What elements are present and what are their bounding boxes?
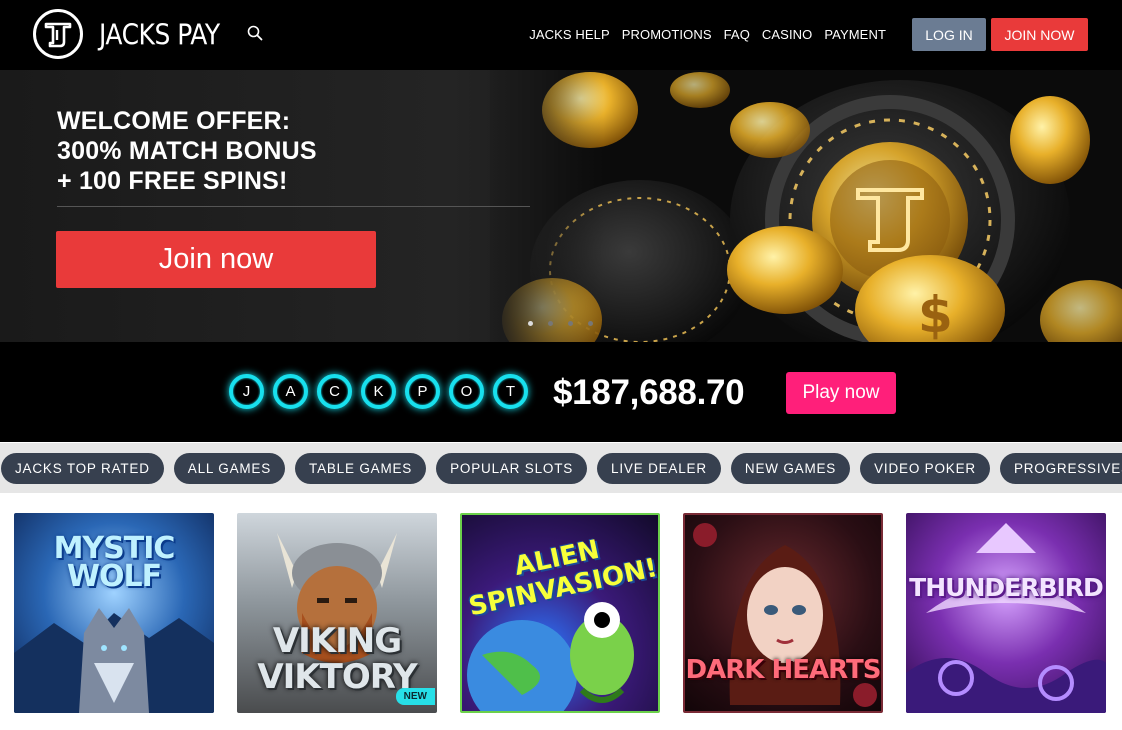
category-new-games[interactable]: NEW GAMES: [730, 453, 851, 484]
nav-casino[interactable]: CASINO: [762, 27, 812, 42]
category-video-poker[interactable]: VIDEO POKER: [860, 453, 990, 484]
jackpot-letter: K: [361, 374, 396, 409]
jackpot-letter: T: [493, 374, 528, 409]
hero-divider: [57, 206, 530, 207]
game-categories: JACKS TOP RATED ALL GAMES TABLE GAMES PO…: [0, 443, 1122, 493]
brand-name: JACKS PAY: [99, 17, 220, 51]
game-title: THUNDERBIRD: [909, 573, 1104, 602]
carousel-dot[interactable]: [528, 321, 533, 326]
jackpot-letter: C: [317, 374, 352, 409]
page: JACKS PAY JACKS HELP PROMOTIONS FAQ CASI…: [0, 0, 1122, 730]
jackpot-play-now-button[interactable]: Play now: [786, 372, 896, 414]
search-icon[interactable]: [247, 25, 265, 43]
carousel-dot[interactable]: [568, 321, 573, 326]
game-tile-mystic-wolf[interactable]: MYSTIC WOLF: [14, 513, 214, 713]
jackpot-letter: J: [229, 374, 264, 409]
main-nav: JACKS HELP PROMOTIONS FAQ CASINO PAYMENT: [529, 27, 886, 42]
hero-banner: $ WELCOME OFFER: 300% MATCH BONUS + 100 …: [0, 70, 1122, 342]
jackpot-letter: P: [405, 374, 440, 409]
new-badge: NEW: [395, 688, 435, 705]
category-progressives[interactable]: PROGRESSIVES: [999, 453, 1122, 484]
category-jacks-top-rated[interactable]: JACKS TOP RATED: [1, 453, 164, 484]
hero-headline-line: + 100 FREE SPINS!: [57, 167, 288, 195]
category-popular-slots[interactable]: POPULAR SLOTS: [436, 453, 588, 484]
nav-faq[interactable]: FAQ: [724, 27, 750, 42]
carousel-dot[interactable]: [548, 321, 553, 326]
brand-logo[interactable]: JACKS PAY: [33, 9, 220, 59]
game-title: DARK HEARTS: [685, 655, 881, 685]
jackpot-bar: J A C K P O T $187,688.70 Play now: [0, 342, 1122, 442]
hero-headline-line: 300% MATCH BONUS: [57, 137, 317, 165]
hero-headline-line: WELCOME OFFER:: [57, 107, 291, 135]
jackpot-letter: O: [449, 374, 484, 409]
carousel-dot[interactable]: [588, 321, 593, 326]
nav-payment[interactable]: PAYMENT: [824, 27, 886, 42]
hero-join-now-button[interactable]: Join now: [56, 231, 376, 288]
game-tile-thunderbird[interactable]: THUNDERBIRD: [906, 513, 1106, 713]
game-grid: MYSTIC WOLF VIKING VIKTORY NEW ALIEN SPI…: [14, 513, 1106, 713]
jackpot-letter: A: [273, 374, 308, 409]
thunderbird-art-icon: [906, 523, 1106, 713]
join-now-button[interactable]: JOIN NOW: [991, 18, 1088, 51]
site-header: JACKS PAY JACKS HELP PROMOTIONS FAQ CASI…: [0, 0, 1122, 70]
login-button[interactable]: LOG IN: [912, 18, 986, 51]
nav-jacks-help[interactable]: JACKS HELP: [529, 27, 609, 42]
category-all-games[interactable]: ALL GAMES: [173, 453, 286, 484]
game-tile-viking-viktory[interactable]: VIKING VIKTORY NEW: [237, 513, 437, 713]
game-title: MYSTIC WOLF: [53, 531, 176, 594]
top-hat-logo-icon: [33, 9, 83, 59]
game-tile-alien-spinvasion[interactable]: ALIEN SPINVASION!: [460, 513, 660, 713]
nav-promotions[interactable]: PROMOTIONS: [622, 27, 712, 42]
game-title: VIKING VIKTORY: [257, 621, 417, 697]
category-table-games[interactable]: TABLE GAMES: [295, 453, 427, 484]
category-live-dealer[interactable]: LIVE DEALER: [597, 453, 721, 484]
jackpot-letters: J A C K P O T: [229, 374, 528, 409]
game-tile-dark-hearts[interactable]: DARK HEARTS: [683, 513, 883, 713]
jackpot-amount: $187,688.70: [553, 373, 745, 412]
carousel-dots: [528, 321, 593, 326]
hero-headline: WELCOME OFFER: 300% MATCH BONUS + 100 FR…: [57, 106, 317, 196]
casino-chips-image: $: [490, 70, 1122, 342]
category-list: JACKS TOP RATED ALL GAMES TABLE GAMES PO…: [1, 453, 1122, 484]
